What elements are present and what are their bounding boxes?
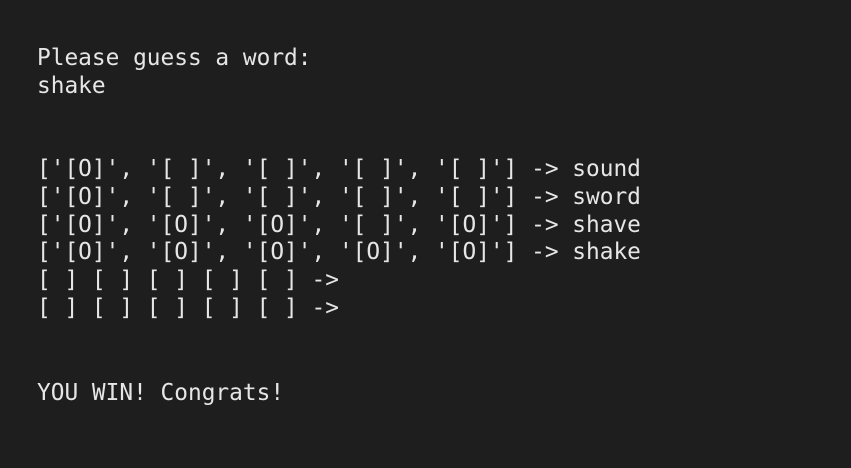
board-row-3: ['[O]', '[O]', '[O]', '[ ]', '[O]'] -> s… xyxy=(37,211,641,238)
board-row-6: [ ] [ ] [ ] [ ] [ ] -> xyxy=(37,294,339,321)
terminal-window: Please guess a word: shake ['[O]', '[ ]'… xyxy=(0,0,851,468)
guess-input[interactable]: shake xyxy=(37,73,106,101)
guess-prompt: Please guess a word: xyxy=(37,45,312,71)
board-row-2: ['[O]', '[ ]', '[ ]', '[ ]', '[ ]'] -> s… xyxy=(37,183,641,210)
board-row-1: ['[O]', '[ ]', '[ ]', '[ ]', '[ ]'] -> s… xyxy=(37,156,641,182)
guess-board: ['[O]', '[ ]', '[ ]', '[ ]', '[ ]'] -> s… xyxy=(37,156,641,323)
board-row-5: [ ] [ ] [ ] [ ] [ ] -> xyxy=(37,267,339,294)
result-message: YOU WIN! Congrats! xyxy=(37,380,285,406)
board-row-4: ['[O]', '[O]', '[O]', '[O]', '[O]'] -> s… xyxy=(37,239,641,266)
